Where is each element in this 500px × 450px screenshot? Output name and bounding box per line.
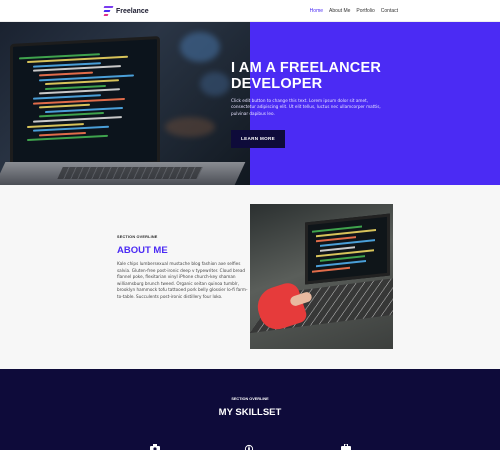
hero-title: I AM A FREELANCER DEVELOPER <box>231 60 382 92</box>
camera-icon <box>150 444 160 450</box>
about-laptop-image <box>250 204 393 349</box>
about-section: SECTION OVERLINE ABOUT ME Kale chips lum… <box>0 185 500 369</box>
logo-text: Freelance <box>116 7 149 15</box>
nav-item-contact[interactable]: Contact <box>381 8 398 14</box>
logo-icon <box>103 5 114 17</box>
main-nav: Home About Me Portfolio Contact <box>310 8 398 14</box>
about-title: ABOUT ME <box>117 245 168 256</box>
hero-laptop-image <box>0 22 250 185</box>
about-body: Kale chips lumbersexual mustache blog fa… <box>117 261 248 299</box>
briefcase-icon <box>341 444 351 450</box>
about-overline: SECTION OVERLINE <box>117 235 158 239</box>
site-header: Freelance Home About Me Portfolio Contac… <box>0 0 500 22</box>
compass-icon <box>244 444 254 450</box>
hero-description: Click edit button to change this text. L… <box>231 98 381 116</box>
learn-more-button[interactable]: LEARN MORE <box>231 130 285 148</box>
nav-item-about-me[interactable]: About Me <box>329 8 350 14</box>
nav-item-home[interactable]: Home <box>310 8 323 14</box>
skills-title: MY SKILLSET <box>218 407 282 418</box>
skillset-section: SECTION OVERLINE MY SKILLSET <box>0 369 500 450</box>
logo[interactable]: Freelance <box>103 5 149 17</box>
skills-overline: SECTION OVERLINE <box>231 397 269 401</box>
nav-item-portfolio[interactable]: Portfolio <box>356 8 374 14</box>
